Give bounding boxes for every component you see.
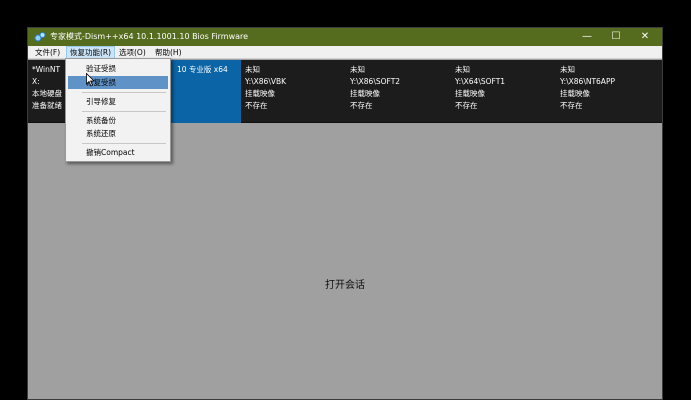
maximize-button[interactable]: ☐ (602, 28, 630, 46)
session-status: 不存在 (350, 101, 373, 110)
main-content: 打开会话 (28, 124, 662, 399)
menu-separator (82, 111, 166, 112)
menu-item-system-restore[interactable]: 系统还原 (68, 127, 168, 140)
session-status: 不存在 (560, 101, 583, 110)
menu-item-verify-damage[interactable]: 验证受损 (68, 62, 168, 75)
session-type: 挂载映像 (245, 89, 275, 98)
menu-separator (82, 92, 166, 93)
menu-item-boot-repair[interactable]: 引导修复 (68, 95, 168, 108)
title-bar[interactable]: 专家模式-Dism++x64 10.1.1001.10 Bios Firmwar… (28, 28, 662, 46)
session-status: 不存在 (455, 101, 478, 110)
menu-separator (82, 143, 166, 144)
session-name: 未知 (455, 65, 470, 74)
session-path: Y:\X86\VBK (245, 77, 287, 86)
open-session-message: 打开会话 (325, 280, 365, 291)
recovery-dropdown-menu: 验证受损 修复受损 引导修复 系统备份 系统还原 撤销Compact (65, 58, 171, 162)
session-type: 挂载映像 (455, 89, 485, 98)
session-card-soft2[interactable]: 未知 Y:\X86\SOFT2 挂载映像 不存在 (346, 60, 451, 123)
menu-item-repair-damage[interactable]: 修复受损 (68, 76, 168, 89)
session-card-vbk[interactable]: 未知 Y:\X86\VBK 挂载映像 不存在 (241, 60, 346, 123)
minimize-button[interactable]: — (573, 28, 601, 46)
session-path: Y:\X86\NT6APP (560, 77, 615, 86)
session-name: 未知 (245, 65, 260, 74)
menu-file[interactable]: 文件(F) (32, 46, 63, 59)
session-name: 未知 (560, 65, 575, 74)
session-status: 不存在 (245, 101, 268, 110)
window-title: 专家模式-Dism++x64 10.1.1001.10 Bios Firmwar… (50, 32, 249, 41)
session-path: Y:\X64\SOFT1 (455, 77, 506, 86)
session-card-nt6app[interactable]: 未知 Y:\X86\NT6APP 挂载映像 不存在 (556, 60, 661, 123)
menu-item-undo-compact[interactable]: 撤销Compact (68, 146, 168, 159)
mouse-cursor-icon (86, 73, 95, 87)
app-logo-icon (34, 32, 46, 42)
close-button[interactable]: ✕ (631, 28, 659, 46)
session-path: Y:\X86\SOFT2 (350, 77, 401, 86)
session-name: 未知 (350, 65, 365, 74)
app-window: 专家模式-Dism++x64 10.1.1001.10 Bios Firmwar… (27, 27, 663, 400)
session-card-soft1[interactable]: 未知 Y:\X64\SOFT1 挂载映像 不存在 (451, 60, 556, 123)
session-type: 挂载映像 (560, 89, 590, 98)
session-type: 挂载映像 (350, 89, 380, 98)
menu-item-system-backup[interactable]: 系统备份 (68, 114, 168, 127)
